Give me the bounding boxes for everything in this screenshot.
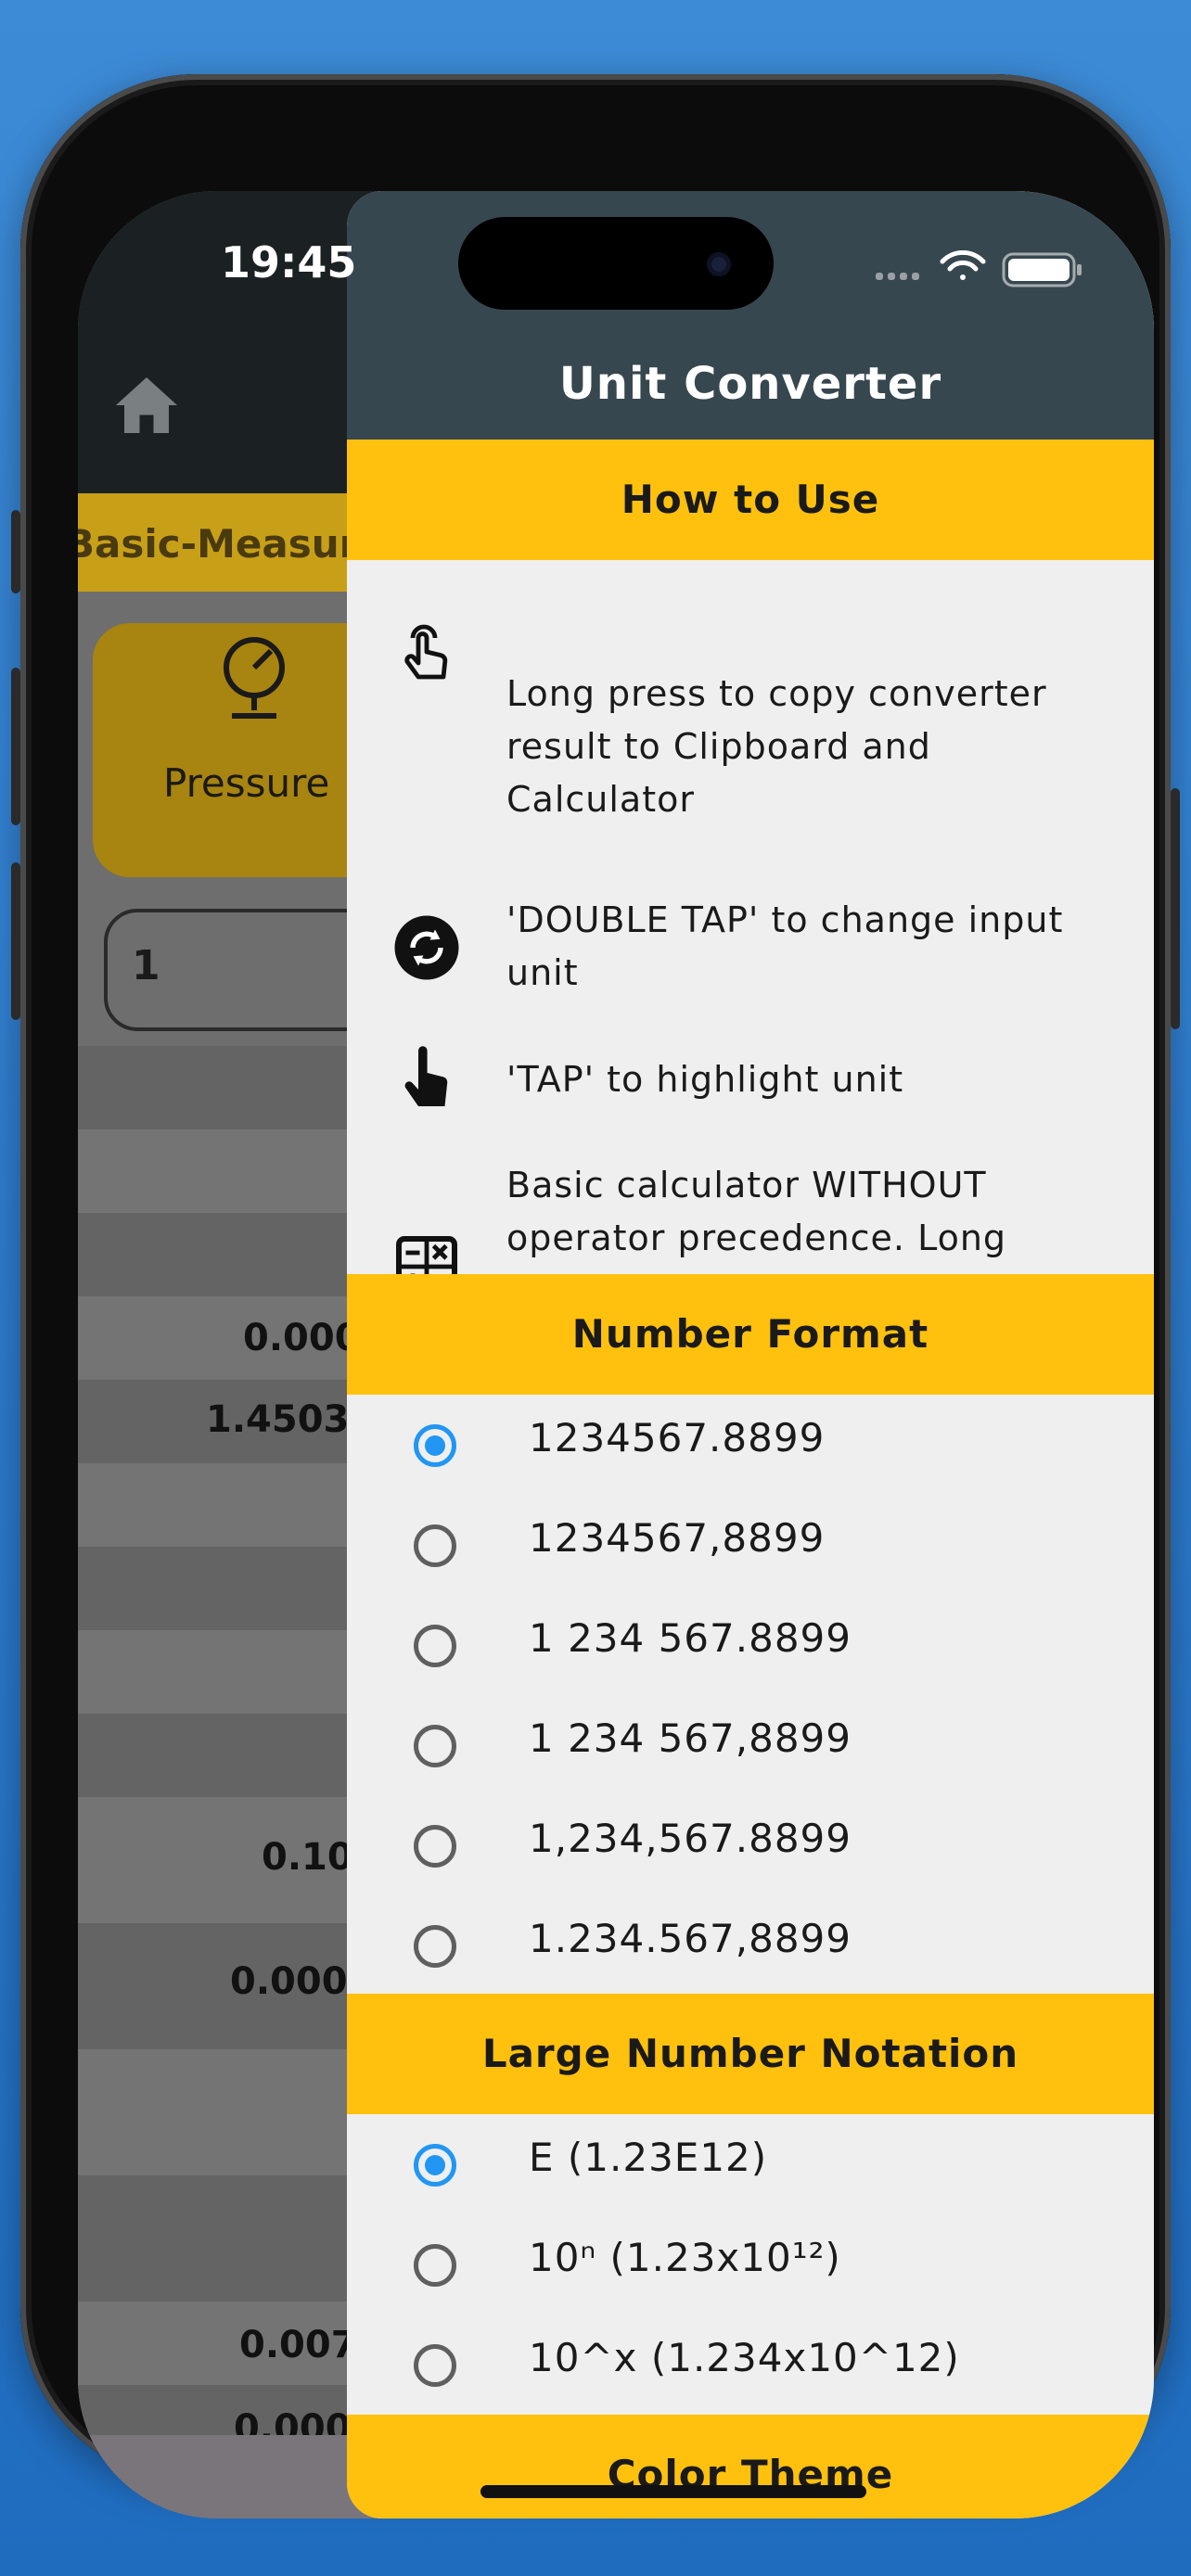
- number-format-option[interactable]: 1,234,567.8899: [347, 1795, 1154, 1895]
- long-press-icon: [404, 624, 448, 680]
- radio-button-selected[interactable]: [414, 1424, 456, 1467]
- drawer-title: Unit Converter: [558, 358, 942, 410]
- navigation-drawer: Unit Converter How to Use Long press to …: [347, 191, 1154, 2519]
- result-value: 1.4503: [206, 1398, 350, 1441]
- radio-button[interactable]: [414, 2244, 456, 2287]
- radio-button[interactable]: [414, 1825, 456, 1868]
- volume-down-button: [11, 862, 20, 1020]
- radio-label: 1,234,567.8899: [529, 1816, 852, 1861]
- radio-button[interactable]: [414, 1925, 456, 1968]
- number-format-option[interactable]: 1234567.8899: [347, 1395, 1154, 1495]
- radio-label: 1.234.567,8899: [529, 1916, 852, 1961]
- value-input-text: 1: [132, 942, 160, 989]
- screen: Basic-Measure Pressure 1 0.000 1.4503 0.…: [78, 191, 1154, 2519]
- tap-icon: [404, 1046, 448, 1106]
- how-to-use-text: Long press to copy converter result to C…: [506, 673, 1047, 820]
- mute-switch: [11, 510, 20, 593]
- number-format-option[interactable]: 1234567,8899: [347, 1495, 1154, 1595]
- radio-label: 10^x (1.234x10^12): [529, 2335, 960, 2380]
- result-value: 0.007: [239, 2324, 357, 2366]
- category-tab-basic-measure[interactable]: Basic-Measure: [78, 521, 385, 567]
- how-to-use-header: How to Use: [347, 440, 1154, 560]
- camera-icon: [707, 252, 731, 276]
- number-format-option[interactable]: 1.234.567,8899: [347, 1895, 1154, 1996]
- dynamic-island: [458, 217, 774, 310]
- radio-label: 1 234 567,8899: [529, 1715, 852, 1761]
- status-icons: [876, 250, 1082, 287]
- radio-label: 1234567,8899: [529, 1515, 826, 1561]
- how-to-use-text: 'TAP' to highlight unit: [506, 1059, 904, 1100]
- radio-button-selected[interactable]: [414, 2144, 456, 2187]
- wifi-icon: [940, 250, 986, 280]
- number-format-header: Number Format: [347, 1274, 1154, 1395]
- notation-option[interactable]: 10ⁿ (1.23x10¹²): [347, 2214, 1154, 2315]
- radio-button[interactable]: [414, 1725, 456, 1767]
- phone-frame: Basic-Measure Pressure 1 0.000 1.4503 0.…: [11, 74, 1180, 2519]
- result-value: 0.000: [243, 1317, 361, 1359]
- radio-button[interactable]: [414, 2344, 456, 2387]
- result-value: 0.10: [262, 1836, 353, 1879]
- notation-option[interactable]: 10^x (1.234x10^12): [347, 2315, 1154, 2415]
- number-format-option[interactable]: 1 234 567.8899: [347, 1595, 1154, 1695]
- radio-label: E (1.23E12): [529, 2135, 768, 2180]
- large-number-notation-header: Large Number Notation: [347, 1994, 1154, 2114]
- radio-label: 10ⁿ (1.23x10¹²): [529, 2235, 841, 2280]
- gauge-icon: [224, 637, 285, 719]
- result-value: 0.000: [230, 1960, 348, 2003]
- radio-button[interactable]: [414, 1524, 456, 1567]
- radio-label: 1234567.8899: [529, 1415, 826, 1460]
- sync-icon: [394, 915, 459, 980]
- signal-icon: [876, 273, 919, 280]
- battery-icon: [1002, 252, 1082, 287]
- how-to-use-text: 'DOUBLE TAP' to change input unit: [506, 899, 1064, 993]
- color-theme-header: Color Theme: [347, 2415, 1154, 2519]
- radio-button[interactable]: [414, 1625, 456, 1667]
- volume-up-button: [11, 668, 20, 825]
- status-time: 19:45: [221, 237, 357, 287]
- pressure-card-label: Pressure: [163, 760, 330, 806]
- notation-option[interactable]: E (1.23E12): [347, 2114, 1154, 2214]
- number-format-option[interactable]: 1 234 567,8899: [347, 1695, 1154, 1795]
- radio-label: 1 234 567.8899: [529, 1615, 852, 1661]
- home-icon[interactable]: [113, 375, 180, 436]
- home-indicator[interactable]: [480, 2485, 866, 2498]
- power-button: [1171, 788, 1180, 1029]
